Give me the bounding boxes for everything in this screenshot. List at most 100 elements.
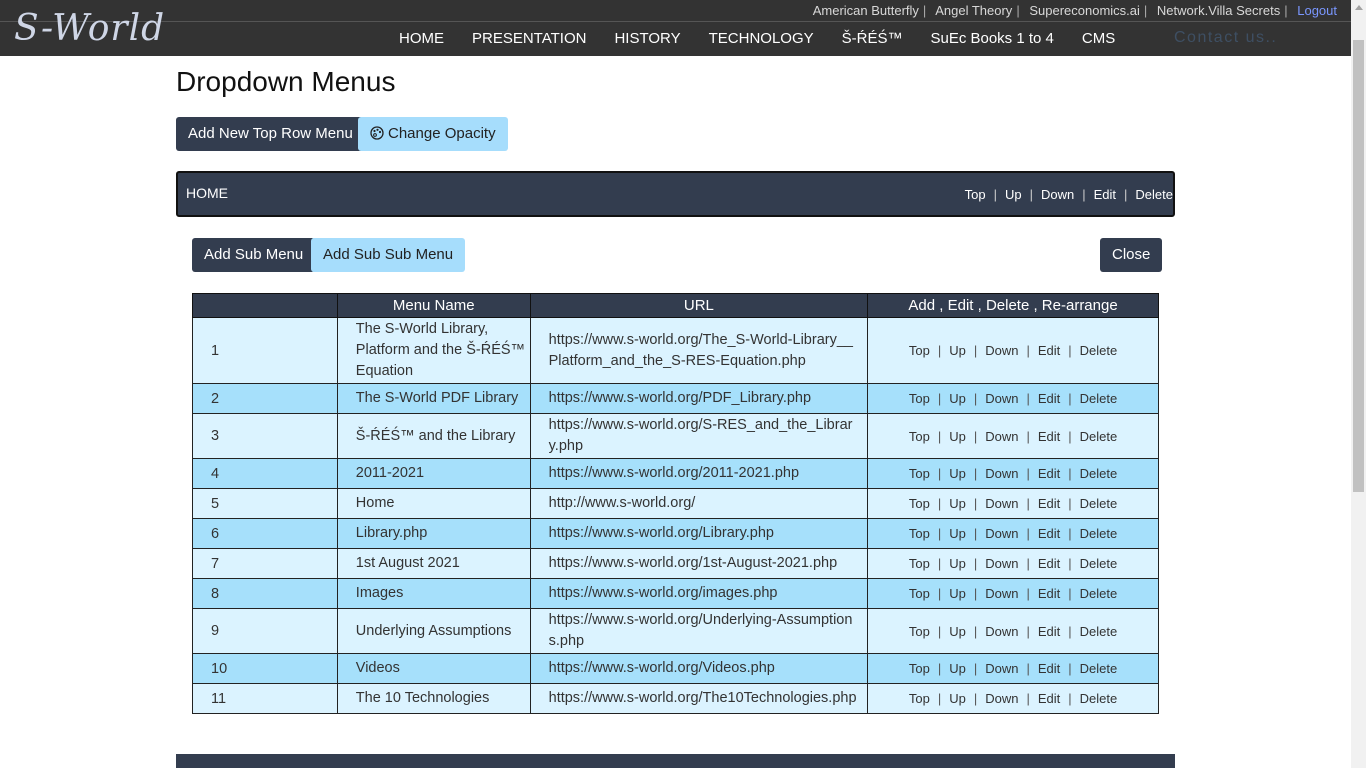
row-delete-link[interactable]: Delete — [1080, 391, 1118, 406]
row-number: 4 — [192, 458, 338, 489]
top-link-network-villa-secrets[interactable]: Network.Villa Secrets — [1157, 3, 1280, 18]
row-up-link[interactable]: Up — [949, 661, 966, 676]
row-up-link[interactable]: Up — [949, 391, 966, 406]
row-top-link[interactable]: Top — [909, 429, 930, 444]
nav-sres[interactable]: Š-ŔÉŚ™ — [842, 22, 903, 56]
row-down-link[interactable]: Down — [985, 586, 1018, 601]
row-down-link[interactable]: Down — [985, 466, 1018, 481]
row-up-link[interactable]: Up — [949, 691, 966, 706]
nav-technology[interactable]: TECHNOLOGY — [709, 22, 814, 56]
row-up-link[interactable]: Up — [949, 624, 966, 639]
row-down-link[interactable]: Down — [985, 391, 1018, 406]
row-up-link[interactable]: Up — [949, 343, 966, 358]
nav-history[interactable]: HISTORY — [614, 22, 680, 56]
row-delete-link[interactable]: Delete — [1080, 526, 1118, 541]
row-delete-link[interactable]: Delete — [1080, 343, 1118, 358]
separator: | — [1068, 691, 1072, 706]
menu-edit-link[interactable]: Edit — [1094, 187, 1116, 202]
separator: | — [1026, 691, 1030, 706]
top-menu-row-home: HOME Top | Up | Down | Edit | Delete — [176, 171, 1175, 217]
row-top-link[interactable]: Top — [909, 624, 930, 639]
separator: | — [937, 661, 942, 676]
scroll-up-arrow-icon[interactable] — [1355, 5, 1363, 10]
row-top-link[interactable]: Top — [909, 691, 930, 706]
row-edit-link[interactable]: Edit — [1038, 526, 1060, 541]
site-logo[interactable]: S-World — [14, 8, 165, 49]
menu-down-link[interactable]: Down — [1041, 187, 1074, 202]
row-delete-link[interactable]: Delete — [1080, 496, 1118, 511]
add-top-row-menu-button[interactable]: Add New Top Row Menu — [176, 117, 365, 151]
row-down-link[interactable]: Down — [985, 691, 1018, 706]
menu-up-link[interactable]: Up — [1005, 187, 1022, 202]
row-top-link[interactable]: Top — [909, 556, 930, 571]
separator: | — [973, 556, 978, 571]
menu-top-link[interactable]: Top — [965, 187, 986, 202]
scrollbar-thumb[interactable] — [1353, 40, 1364, 492]
row-down-link[interactable]: Down — [985, 661, 1018, 676]
row-edit-link[interactable]: Edit — [1038, 466, 1060, 481]
row-down-link[interactable]: Down — [985, 624, 1018, 639]
separator: | — [937, 526, 942, 541]
nav-home[interactable]: HOME — [399, 22, 444, 56]
row-down-link[interactable]: Down — [985, 343, 1018, 358]
add-sub-sub-menu-button[interactable]: Add Sub Sub Menu — [311, 238, 466, 272]
row-edit-link[interactable]: Edit — [1038, 556, 1060, 571]
row-number: 11 — [192, 683, 338, 714]
row-edit-link[interactable]: Edit — [1038, 429, 1060, 444]
logout-link[interactable]: Logout — [1297, 3, 1337, 18]
row-delete-link[interactable]: Delete — [1080, 466, 1118, 481]
row-delete-link[interactable]: Delete — [1080, 624, 1118, 639]
row-up-link[interactable]: Up — [949, 526, 966, 541]
row-up-link[interactable]: Up — [949, 586, 966, 601]
row-edit-link[interactable]: Edit — [1038, 624, 1060, 639]
row-delete-link[interactable]: Delete — [1080, 691, 1118, 706]
column-header-menu-name: Menu Name — [336, 293, 531, 318]
row-number: 10 — [192, 653, 338, 684]
separator: | — [993, 187, 997, 202]
row-menu-name: The S-World PDF Library — [336, 383, 531, 414]
top-link-american-butterfly[interactable]: American Butterfly — [813, 3, 919, 18]
row-top-link[interactable]: Top — [909, 661, 930, 676]
row-edit-link[interactable]: Edit — [1038, 496, 1060, 511]
row-down-link[interactable]: Down — [985, 429, 1018, 444]
row-down-link[interactable]: Down — [985, 556, 1018, 571]
nav-presentation[interactable]: PRESENTATION — [472, 22, 586, 56]
row-edit-link[interactable]: Edit — [1038, 661, 1060, 676]
row-delete-link[interactable]: Delete — [1080, 556, 1118, 571]
row-delete-link[interactable]: Delete — [1080, 429, 1118, 444]
row-up-link[interactable]: Up — [949, 556, 966, 571]
row-down-link[interactable]: Down — [985, 496, 1018, 511]
row-edit-link[interactable]: Edit — [1038, 691, 1060, 706]
row-edit-link[interactable]: Edit — [1038, 586, 1060, 601]
row-up-link[interactable]: Up — [949, 466, 966, 481]
separator: | — [973, 466, 978, 481]
page-scrollbar[interactable] — [1351, 0, 1366, 768]
top-link-supereconomics[interactable]: Supereconomics.ai — [1029, 3, 1140, 18]
row-delete-link[interactable]: Delete — [1080, 586, 1118, 601]
row-edit-link[interactable]: Edit — [1038, 391, 1060, 406]
top-menu-name: HOME — [186, 185, 228, 201]
nav-suec-books[interactable]: SuEc Books 1 to 4 — [930, 22, 1053, 56]
close-button[interactable]: Close — [1100, 238, 1163, 272]
row-delete-link[interactable]: Delete — [1080, 661, 1118, 676]
row-top-link[interactable]: Top — [909, 496, 930, 511]
contact-link[interactable]: Contact us.. — [1174, 29, 1277, 47]
row-up-link[interactable]: Up — [949, 496, 966, 511]
add-sub-menu-button[interactable]: Add Sub Menu — [192, 238, 316, 272]
row-top-link[interactable]: Top — [909, 526, 930, 541]
table-row: 9 Underlying Assumptions https://www.s-wor… — [192, 608, 1159, 654]
palette-icon — [370, 126, 384, 140]
menu-delete-link[interactable]: Delete — [1135, 187, 1173, 202]
row-top-link[interactable]: Top — [909, 343, 930, 358]
row-edit-link[interactable]: Edit — [1038, 343, 1060, 358]
separator: | — [1143, 3, 1148, 18]
row-down-link[interactable]: Down — [985, 526, 1018, 541]
row-top-link[interactable]: Top — [909, 586, 930, 601]
nav-cms[interactable]: CMS — [1082, 22, 1115, 56]
row-up-link[interactable]: Up — [949, 429, 966, 444]
top-link-angel-theory[interactable]: Angel Theory — [935, 3, 1012, 18]
separator: | — [1026, 466, 1030, 481]
row-top-link[interactable]: Top — [909, 391, 930, 406]
change-opacity-button[interactable]: Change Opacity — [358, 117, 508, 151]
row-top-link[interactable]: Top — [909, 466, 930, 481]
